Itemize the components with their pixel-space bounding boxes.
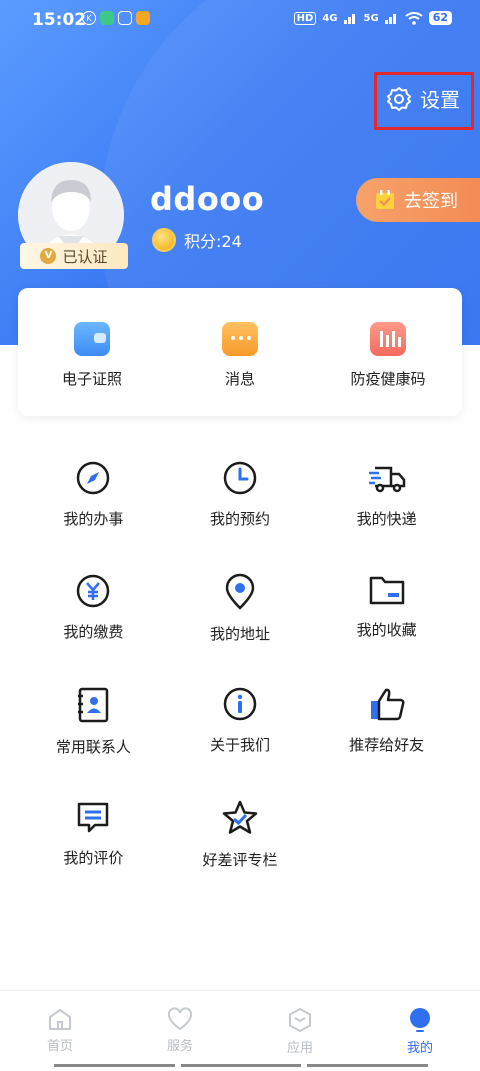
grid-item-label: 我的快递 bbox=[356, 510, 417, 528]
location-icon bbox=[220, 573, 260, 611]
coin-icon bbox=[152, 228, 176, 252]
grid-item-label: 我的评价 bbox=[63, 849, 124, 867]
tab-label: 应用 bbox=[286, 1041, 313, 1056]
contacts-icon bbox=[73, 686, 113, 724]
grid-item-payment[interactable]: 我的缴费 bbox=[20, 573, 167, 641]
grid-item-label: 我的缴费 bbox=[63, 623, 124, 641]
card-item-license[interactable]: 电子证照 bbox=[18, 288, 166, 416]
grid-item-label: 我的收藏 bbox=[356, 621, 417, 639]
quick-access-card: 电子证照 消息 防疫健康码 bbox=[18, 288, 462, 416]
grid-item-appointment[interactable]: 我的预约 bbox=[167, 460, 314, 528]
points-label: 积分:24 bbox=[184, 232, 242, 251]
signal-bars-icon bbox=[343, 14, 355, 24]
username: ddooo bbox=[150, 180, 265, 218]
home-icon bbox=[49, 1008, 71, 1030]
grid-item-contacts[interactable]: 常用联系人 bbox=[20, 686, 167, 756]
compass-icon bbox=[73, 460, 113, 496]
message-icon bbox=[222, 322, 258, 356]
settings-button[interactable]: 设置 bbox=[386, 84, 460, 113]
tab-service[interactable]: 服务 bbox=[120, 991, 240, 1071]
profile-icon bbox=[410, 1008, 430, 1032]
clock-icon bbox=[220, 460, 260, 496]
signin-button[interactable]: 去签到 bbox=[356, 178, 480, 222]
grid-item-label: 我的办事 bbox=[63, 510, 124, 528]
grid-item-express[interactable]: 我的快递 bbox=[313, 460, 460, 528]
yen-icon bbox=[73, 573, 113, 609]
folder-icon bbox=[367, 573, 407, 607]
tab-label: 首页 bbox=[46, 1039, 73, 1054]
grid-item-label: 我的地址 bbox=[209, 625, 270, 643]
status-app-icons: K bbox=[82, 11, 150, 25]
star-icon bbox=[220, 799, 260, 837]
status-time: 15:02 bbox=[32, 10, 87, 30]
hexagon-icon bbox=[289, 1007, 311, 1033]
tab-home[interactable]: 首页 bbox=[0, 991, 120, 1071]
hd-icon: HD bbox=[293, 11, 317, 25]
comment-icon bbox=[73, 799, 113, 835]
card-item-health-code[interactable]: 防疫健康码 bbox=[314, 288, 462, 416]
wallet-icon bbox=[74, 322, 110, 356]
gear-icon bbox=[387, 86, 411, 111]
signal-5g-icon: 5G bbox=[363, 12, 379, 24]
k-app-icon: K bbox=[82, 11, 96, 25]
tab-apps[interactable]: 应用 bbox=[240, 991, 360, 1071]
function-grid: 我的办事 我的预约 我的快递 我的缴费 我的地址 我的收藏 常用联系人 关于我们… bbox=[20, 460, 460, 869]
signal-4g-icon: 4G bbox=[322, 12, 338, 24]
card-item-label: 消息 bbox=[224, 370, 255, 388]
card-item-label: 防疫健康码 bbox=[350, 370, 426, 388]
thumbs-up-icon bbox=[367, 686, 407, 722]
home-indicator bbox=[54, 1064, 429, 1067]
battery-icon: 62 bbox=[428, 11, 452, 25]
grid-item-label: 常用联系人 bbox=[55, 738, 131, 756]
health-code-icon bbox=[370, 322, 406, 356]
grid-item-label: 关于我们 bbox=[209, 736, 270, 754]
green-app-icon bbox=[100, 11, 114, 25]
grid-item-recommend[interactable]: 推荐给好友 bbox=[313, 686, 460, 754]
signal-bars-2-icon bbox=[384, 14, 396, 24]
wifi-icon bbox=[405, 11, 423, 25]
grid-item-label: 我的预约 bbox=[209, 510, 270, 528]
signin-label: 去签到 bbox=[404, 191, 458, 212]
grid-item-review[interactable]: 我的评价 bbox=[20, 799, 167, 867]
weibo-icon bbox=[136, 11, 150, 25]
calendar-check-icon bbox=[376, 190, 394, 209]
settings-label: 设置 bbox=[420, 88, 460, 112]
tab-label: 服务 bbox=[166, 1039, 193, 1054]
verified-v-icon: V bbox=[40, 248, 57, 264]
card-item-message[interactable]: 消息 bbox=[166, 288, 314, 416]
grid-item-about[interactable]: 关于我们 bbox=[167, 686, 314, 754]
info-icon bbox=[220, 686, 260, 722]
heart-icon bbox=[167, 1007, 193, 1031]
tab-label: 我的 bbox=[406, 1041, 433, 1056]
grid-item-address[interactable]: 我的地址 bbox=[167, 573, 314, 643]
grid-item-favorites[interactable]: 我的收藏 bbox=[313, 573, 460, 639]
status-indicators: HD 4G 5G 62 bbox=[293, 11, 452, 25]
verified-badge: V 已认证 bbox=[20, 243, 128, 269]
tab-mine[interactable]: 我的 bbox=[360, 991, 480, 1071]
grid-item-label: 推荐给好友 bbox=[349, 736, 425, 754]
truck-icon bbox=[367, 460, 407, 496]
points[interactable]: 积分:24 bbox=[152, 228, 242, 252]
card-item-label: 电子证照 bbox=[61, 370, 122, 388]
grid-item-evaluation-column[interactable]: 好差评专栏 bbox=[167, 799, 314, 869]
camera-app-icon bbox=[118, 11, 132, 25]
status-bar: 15:02 K HD 4G 5G 62 bbox=[0, 0, 480, 38]
verified-label: 已认证 bbox=[62, 247, 108, 266]
grid-item-label: 好差评专栏 bbox=[202, 851, 278, 869]
grid-item-affairs[interactable]: 我的办事 bbox=[20, 460, 167, 528]
bottom-tab-bar: 首页 服务 应用 我的 bbox=[0, 990, 480, 1071]
